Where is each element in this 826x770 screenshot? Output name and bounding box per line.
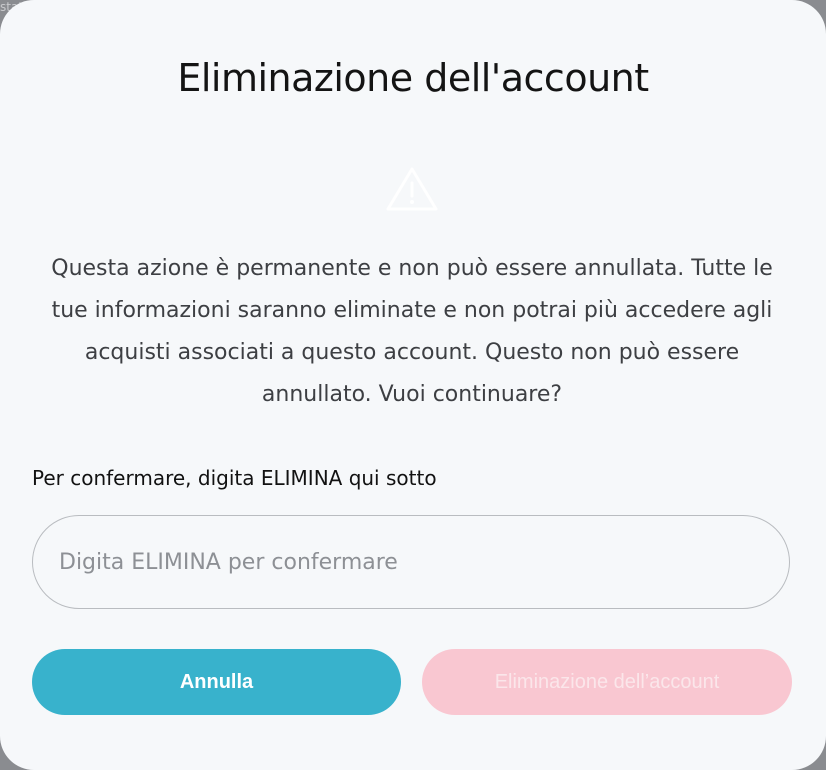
warning-message: Questa azione è permanente e non può ess… <box>51 256 773 407</box>
delete-account-dialog: Eliminazione dell'account Questa azione … <box>0 0 826 770</box>
confirm-label: Per confermare, digita ELIMINA qui sotto <box>32 466 437 490</box>
cancel-button[interactable]: Annulla <box>32 649 401 715</box>
warning-triangle-icon <box>386 167 438 211</box>
confirm-delete-input[interactable] <box>32 515 790 609</box>
dialog-title: Eliminazione dell'account <box>177 56 649 100</box>
delete-account-button[interactable]: Eliminazione dell’account <box>422 649 792 715</box>
